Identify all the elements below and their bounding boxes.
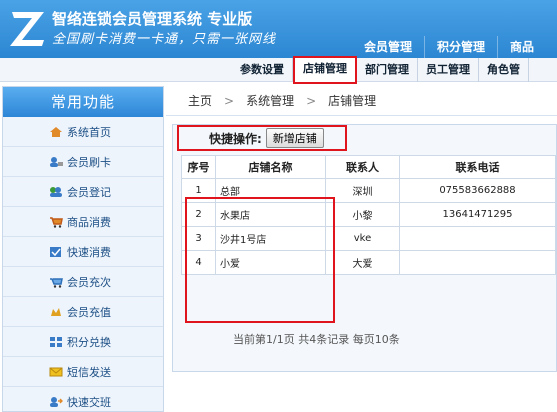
sidebar-item-label: 会员充值 (67, 305, 111, 319)
cell-contact: vke (325, 226, 400, 251)
recharge-icon (51, 307, 61, 316)
sidebar: 常用功能 系统首页 会员刷卡 会员登记 商品消费 快速消费 会员充次 会员充值 … (2, 86, 164, 412)
cell-contact: 大爱 (325, 250, 400, 275)
column-header-phone: 联系电话 (399, 155, 556, 179)
recharge-count-icon (50, 277, 63, 288)
member-card-icon (50, 156, 63, 167)
sidebar-item-label: 快速消费 (67, 245, 111, 259)
sidebar-item-member-card[interactable]: 会员刷卡 (3, 147, 163, 177)
column-header-contact: 联系人 (325, 155, 400, 179)
breadcrumb-separator: > (306, 93, 317, 108)
sidebar-item-label: 会员刷卡 (67, 155, 111, 169)
sub-nav: 参数设置 店铺管理 部门管理 员工管理 角色管 (0, 56, 557, 84)
sidebar-item-sms[interactable]: 短信发送 (3, 357, 163, 387)
app-title: 智络连锁会员管理系统 专业版 (52, 10, 253, 28)
points-icon (50, 336, 62, 347)
sidebar-item-label: 短信发送 (67, 365, 111, 379)
breadcrumb-system-management[interactable]: 系统管理 (246, 92, 294, 109)
subnav-parameter-settings[interactable]: 参数设置 (232, 58, 293, 82)
sidebar-item-product-consumption[interactable]: 商品消费 (3, 207, 163, 237)
cell-contact: 小黎 (325, 202, 400, 227)
app-header: 智络连锁会员管理系统 专业版 全国刷卡消费一卡通，只需一张网线 会员管理 积分管… (0, 0, 557, 58)
quick-operations-label: 快捷操作: (209, 131, 262, 146)
cell-store-name[interactable]: 沙井1号店 (215, 226, 326, 251)
quick-operations: 快捷操作: 新增店铺 (177, 125, 347, 151)
subnav-role-management[interactable]: 角色管 (479, 58, 529, 82)
cell-index: 4 (181, 250, 216, 275)
topnav-member-management[interactable]: 会员管理 (352, 36, 424, 58)
add-store-button[interactable]: 新增店铺 (265, 128, 324, 148)
breadcrumb: 主页 > 系统管理 > 店铺管理 (166, 86, 557, 116)
cell-phone (399, 250, 556, 275)
cell-index: 1 (181, 178, 216, 203)
sidebar-item-label: 商品消费 (67, 215, 111, 229)
home-icon (50, 126, 62, 137)
logo-z-icon (10, 12, 44, 46)
breadcrumb-home[interactable]: 主页 (188, 92, 212, 109)
cell-store-name[interactable]: 小爱 (215, 250, 326, 275)
sidebar-item-label: 系统首页 (67, 125, 111, 139)
subnav-employee-management[interactable]: 员工管理 (418, 58, 479, 82)
cart-icon (50, 216, 63, 228)
cell-phone: 13641471295 (399, 202, 556, 227)
pagination-info: 当前第1/1页 共4条记录 每页10条 (233, 333, 400, 346)
member-register-icon (50, 186, 62, 197)
cell-phone: 075583662888 (399, 178, 556, 203)
table-row[interactable]: 4 小爱 大爱 (181, 250, 556, 275)
breadcrumb-store-management: 店铺管理 (328, 94, 377, 108)
cell-phone (399, 226, 556, 251)
sidebar-item-label: 快速交班 (67, 395, 111, 409)
sidebar-title: 常用功能 (3, 87, 163, 117)
sidebar-item-handover[interactable]: 快速交班 (3, 387, 163, 412)
sidebar-item-label: 积分兑换 (67, 335, 111, 349)
table-row[interactable]: 1 总部 深圳 075583662888 (181, 178, 556, 203)
sidebar-item-label: 会员充次 (67, 275, 111, 289)
table-row[interactable]: 3 沙井1号店 vke (181, 226, 556, 251)
sidebar-item-label: 会员登记 (67, 185, 111, 199)
sidebar-item-recharge-count[interactable]: 会员充次 (3, 267, 163, 297)
table-header-row: 序号 店铺名称 联系人 联系电话 (181, 155, 556, 179)
topnav-products[interactable]: 商品 (497, 36, 546, 58)
main-content: 主页 > 系统管理 > 店铺管理 快捷操作: 新增店铺 序号 店铺名称 联系人 … (166, 86, 557, 412)
sms-icon (49, 367, 63, 376)
subnav-store-management[interactable]: 店铺管理 (293, 56, 357, 84)
top-nav: 会员管理 积分管理 商品 (352, 36, 546, 58)
cell-store-name[interactable]: 总部 (215, 178, 326, 203)
breadcrumb-separator: > (224, 93, 235, 108)
subnav-department-management[interactable]: 部门管理 (357, 58, 418, 82)
cell-index: 2 (181, 202, 216, 227)
sidebar-item-member-register[interactable]: 会员登记 (3, 177, 163, 207)
sidebar-item-recharge[interactable]: 会员充值 (3, 297, 163, 327)
column-header-index: 序号 (181, 155, 216, 179)
app-slogan: 全国刷卡消费一卡通，只需一张网线 (52, 32, 277, 47)
sidebar-item-home[interactable]: 系统首页 (3, 117, 163, 147)
table-row[interactable]: 2 水果店 小黎 13641471295 (181, 202, 556, 227)
sidebar-item-points-exchange[interactable]: 积分兑换 (3, 327, 163, 357)
topnav-points-management[interactable]: 积分管理 (424, 36, 497, 58)
column-header-store-name: 店铺名称 (215, 155, 326, 179)
store-table: 序号 店铺名称 联系人 联系电话 1 总部 深圳 075583662888 2 (181, 155, 556, 275)
handover-icon (50, 396, 63, 407)
store-panel: 快捷操作: 新增店铺 序号 店铺名称 联系人 联系电话 1 总部 深圳 0755… (172, 124, 557, 372)
cell-store-name[interactable]: 水果店 (215, 202, 326, 227)
quick-pay-icon (50, 246, 61, 257)
cell-contact: 深圳 (325, 178, 400, 203)
cell-index: 3 (181, 226, 216, 251)
sidebar-item-quick-consumption[interactable]: 快速消费 (3, 237, 163, 267)
